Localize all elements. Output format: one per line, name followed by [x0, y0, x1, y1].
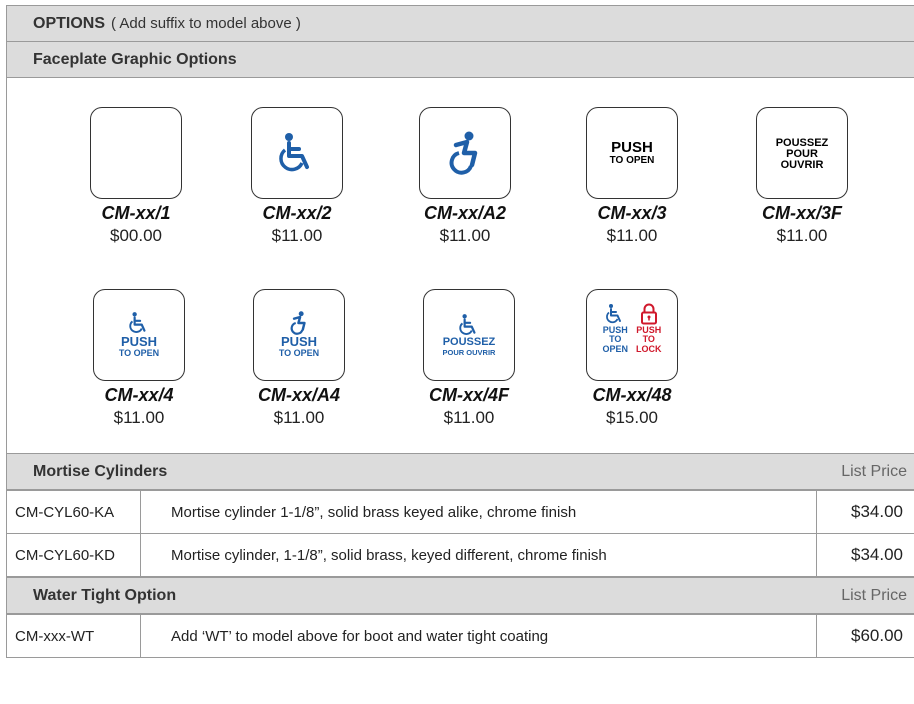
- faceplate-option[interactable]: PUSH TO OPEN CM-xx/A4 $11.00: [219, 289, 379, 428]
- item-price: $60.00: [816, 614, 914, 658]
- faceplate-option[interactable]: POUSSEZ POUR OUVRIR CM-xx/4F $11.00: [389, 289, 549, 428]
- wheelchair-push-icon: PUSH TO OPEN: [93, 289, 185, 381]
- model-code: CM-xx/3F: [761, 203, 842, 223]
- accessible-push-icon: PUSH TO OPEN: [253, 289, 345, 381]
- faceplate-grid: CM-xx/1 $00.00 CM-xx/2 $11.00 CM-xx/A2 $…: [6, 78, 914, 453]
- option-price: $15.00: [606, 408, 658, 427]
- option-price: $11.00: [606, 226, 658, 245]
- section-title: Water Tight Option: [33, 586, 177, 604]
- table-row: CM-CYL60-KA Mortise cylinder 1-1/8”, sol…: [6, 490, 914, 534]
- accessible-active-icon: [419, 107, 511, 199]
- wheelchair-poussez-icon: POUSSEZ POUR OUVRIR: [423, 289, 515, 381]
- option-price: $11.00: [273, 408, 325, 427]
- wheelchair-icon: [606, 304, 622, 324]
- model-code: CM-xx/2: [262, 203, 332, 223]
- faceplate-option[interactable]: POUSSEZ POUR OUVRIR CM-xx/3F $11.00: [722, 107, 882, 246]
- model-code: CM-xx/3: [597, 203, 667, 223]
- model-code: CM-xx/4F: [428, 385, 509, 405]
- option-price: $11.00: [439, 226, 491, 245]
- option-price: $11.00: [776, 226, 828, 245]
- option-price: $11.00: [443, 408, 495, 427]
- mortise-cylinders-header: Mortise Cylinders List Price: [6, 453, 914, 490]
- option-price: $00.00: [110, 226, 162, 245]
- list-price-label: List Price: [841, 586, 907, 604]
- item-price: $34.00: [816, 533, 914, 577]
- faceplate-option[interactable]: PUSH TO OPEN PUSH TO LOCK CM-xx/48 $15.0…: [552, 289, 712, 428]
- blank-faceplate-icon: [90, 107, 182, 199]
- item-code: CM-xxx-WT: [6, 614, 141, 658]
- table-row: CM-xxx-WT Add ‘WT’ to model above for bo…: [6, 614, 914, 658]
- wheelchair-icon: [251, 107, 343, 199]
- faceplate-option[interactable]: CM-xx/A2 $11.00: [385, 107, 545, 246]
- model-code: CM-xx/A2: [423, 203, 507, 223]
- faceplate-option[interactable]: CM-xx/2 $11.00: [217, 107, 377, 246]
- model-code: CM-xx/1: [101, 203, 171, 223]
- water-tight-table: CM-xxx-WT Add ‘WT’ to model above for bo…: [6, 614, 914, 658]
- faceplate-option[interactable]: PUSH TO OPEN CM-xx/4 $11.00: [59, 289, 219, 428]
- graphic-line: LOCK: [636, 343, 662, 354]
- lock-icon: [640, 303, 657, 325]
- wheelchair-and-lock-icon: PUSH TO OPEN PUSH TO LOCK: [586, 289, 678, 381]
- item-price: $34.00: [816, 490, 914, 534]
- mortise-cylinders-table: CM-CYL60-KA Mortise cylinder 1-1/8”, sol…: [6, 490, 914, 577]
- item-code: CM-CYL60-KD: [6, 533, 141, 577]
- graphic-line: PUSH: [280, 334, 318, 350]
- option-price: $11.00: [113, 408, 165, 427]
- options-label: OPTIONS: [33, 14, 106, 32]
- graphic-line: TO OPEN: [278, 348, 320, 359]
- options-header: OPTIONS ( Add suffix to model above ): [6, 5, 914, 42]
- options-sheet: OPTIONS ( Add suffix to model above ) Fa…: [6, 5, 914, 658]
- item-code: CM-CYL60-KA: [6, 490, 141, 534]
- graphic-line: PUSH: [120, 334, 158, 350]
- section-title: Mortise Cylinders: [33, 462, 168, 480]
- faceplate-header: Faceplate Graphic Options: [6, 41, 914, 78]
- item-description: Mortise cylinder 1-1/8”, solid brass key…: [140, 490, 817, 534]
- option-price: $11.00: [271, 226, 323, 245]
- graphic-line: TO OPEN: [609, 155, 655, 166]
- graphic-line: OPEN: [602, 343, 628, 354]
- poussez-text-icon: POUSSEZ POUR OUVRIR: [756, 107, 848, 199]
- graphic-line: PUSH: [611, 139, 653, 156]
- list-price-label: List Price: [841, 462, 907, 480]
- faceplate-option[interactable]: PUSH TO OPEN CM-xx/3 $11.00: [552, 107, 712, 246]
- model-code: CM-xx/48: [592, 385, 672, 405]
- graphic-line: OUVRIR: [780, 159, 824, 171]
- push-to-open-text-icon: PUSH TO OPEN: [586, 107, 678, 199]
- graphic-line: POUR OUVRIR: [442, 347, 496, 357]
- item-description: Mortise cylinder, 1-1/8”, solid brass, k…: [140, 533, 817, 577]
- model-code: CM-xx/A4: [257, 385, 341, 405]
- faceplate-title: Faceplate Graphic Options: [33, 50, 237, 68]
- options-note: ( Add suffix to model above ): [111, 15, 301, 32]
- graphic-line: TO OPEN: [118, 348, 160, 359]
- table-row: CM-CYL60-KD Mortise cylinder, 1-1/8”, so…: [6, 533, 914, 577]
- faceplate-option[interactable]: CM-xx/1 $00.00: [56, 107, 216, 246]
- water-tight-header: Water Tight Option List Price: [6, 577, 914, 614]
- item-description: Add ‘WT’ to model above for boot and wat…: [140, 614, 817, 658]
- model-code: CM-xx/4: [104, 385, 174, 405]
